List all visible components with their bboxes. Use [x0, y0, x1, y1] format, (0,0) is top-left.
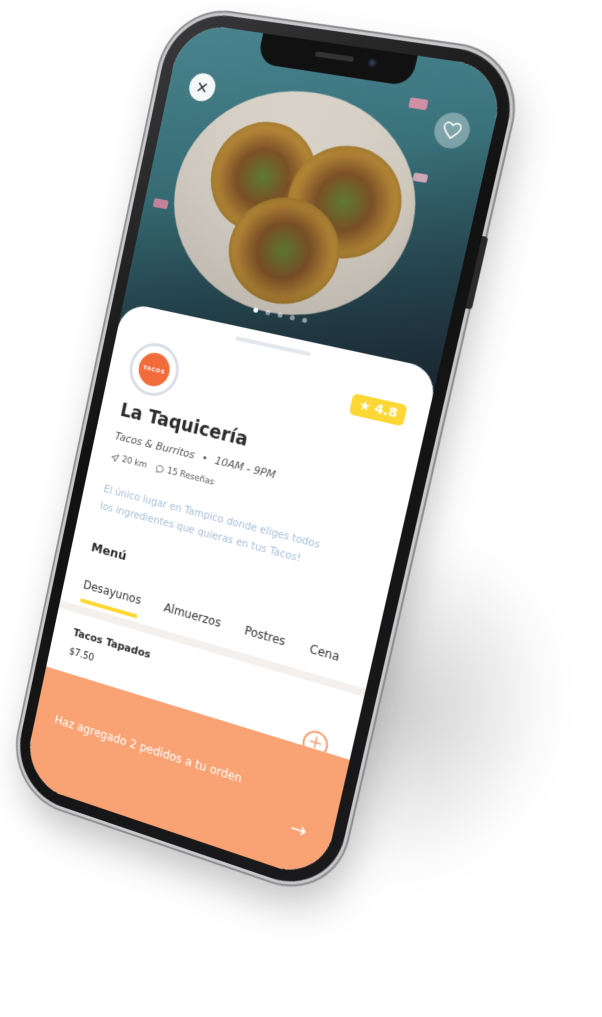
stage: ✕ TACOS ★ 4.8 La Taquicería Tacos & Burr…: [0, 0, 602, 1017]
carousel-dot[interactable]: [264, 309, 271, 316]
screen: ✕ TACOS ★ 4.8 La Taquicería Tacos & Burr…: [21, 21, 508, 883]
restaurant-description: El único lugar en Tampico donde eliges t…: [99, 483, 322, 565]
menu-tabs: Desayunos Almuerzos Postres Cena: [80, 578, 341, 676]
phone-mockup: ✕ TACOS ★ 4.8 La Taquicería Tacos & Burr…: [9, 8, 523, 899]
restaurant-card: TACOS ★ 4.8 La Taquicería Tacos & Burrit…: [21, 301, 439, 883]
restaurant-logo: TACOS: [124, 338, 184, 401]
power-button: [465, 235, 489, 310]
carousel-dot[interactable]: [252, 307, 259, 313]
reviews[interactable]: 15 Reseñas: [155, 463, 215, 488]
menu-item-price: $7.50: [68, 646, 95, 664]
phone-body: ✕ TACOS ★ 4.8 La Taquicería Tacos & Burr…: [9, 8, 523, 899]
distance-value: 20 km: [120, 455, 148, 471]
rating-value: 4.8: [372, 401, 399, 422]
logo-mark: TACOS: [135, 349, 173, 390]
tab-cena[interactable]: Cena: [306, 642, 341, 676]
heart-icon: [441, 121, 463, 141]
drag-handle[interactable]: [235, 336, 312, 357]
carousel-dot[interactable]: [301, 317, 308, 324]
reviews-count: 15 Reseñas: [166, 466, 215, 488]
order-message: Haz agregado 2 pedidos a tu orden: [53, 712, 244, 786]
distance: 20 km: [110, 452, 148, 471]
arrow-right-icon[interactable]: →: [288, 815, 309, 843]
order-bar[interactable]: Haz agregado 2 pedidos a tu orden →: [21, 666, 350, 883]
carousel-dot[interactable]: [276, 312, 283, 319]
menu-title: Menú: [89, 540, 128, 565]
star-icon: ★: [357, 397, 373, 416]
close-icon: ✕: [194, 76, 211, 98]
carousel-dot[interactable]: [288, 314, 295, 321]
rating-badge: ★ 4.8: [349, 393, 408, 427]
restaurant-hours: 10AM - 9PM: [213, 454, 277, 482]
separator-dot: •: [200, 450, 210, 465]
navigation-icon: [110, 452, 121, 464]
comment-icon: [155, 463, 166, 475]
